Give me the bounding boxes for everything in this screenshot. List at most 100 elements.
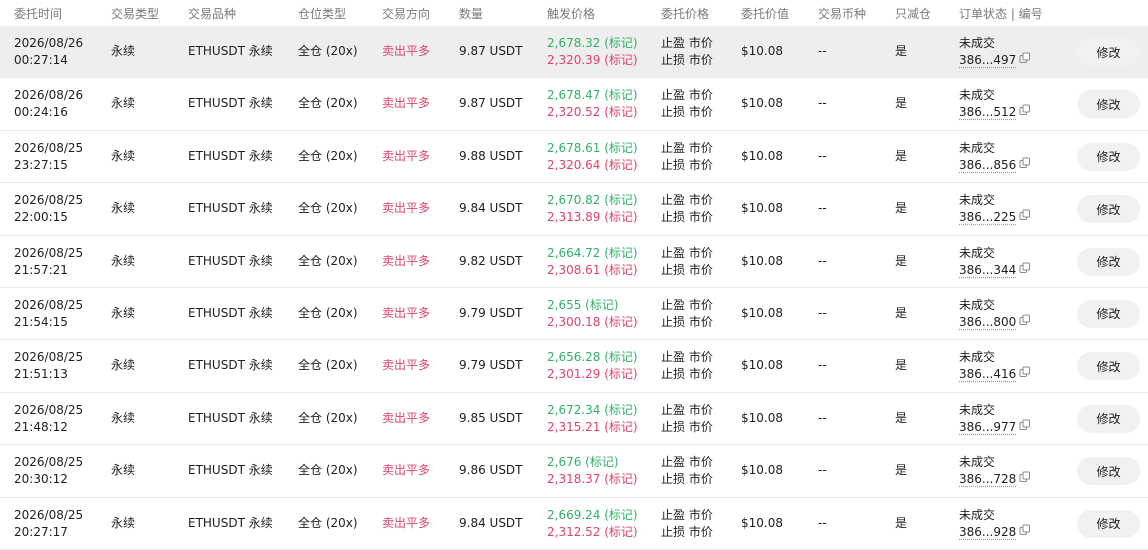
edit-order-button[interactable]: 修改 bbox=[1077, 457, 1140, 486]
trade-type: 永续 bbox=[111, 148, 136, 163]
trade-currency: -- bbox=[818, 201, 827, 216]
edit-order-button[interactable]: 修改 bbox=[1077, 509, 1140, 538]
order-clock: 20:30:12 bbox=[14, 472, 68, 487]
trade-symbol: ETHUSDT 永续 bbox=[188, 44, 273, 58]
order-id[interactable]: 386...512 bbox=[959, 105, 1016, 119]
trigger-price: 2,670.82 (标记) 2,313.89 (标记) bbox=[547, 192, 638, 226]
take-profit-price: 止盈 市价 bbox=[661, 140, 713, 155]
copy-icon[interactable] bbox=[1019, 524, 1031, 541]
edit-order-button[interactable]: 修改 bbox=[1077, 38, 1140, 66]
trade-side: 卖出平多 bbox=[382, 201, 431, 216]
take-profit-trigger: 2,655 (标记) bbox=[547, 297, 619, 312]
trade-side: 卖出平多 bbox=[382, 148, 431, 163]
edit-order-button[interactable]: 修改 bbox=[1077, 142, 1140, 171]
order-id-wrap: 386...728 bbox=[959, 471, 1031, 488]
order-value: $10.08 bbox=[741, 253, 783, 268]
table-row: 2026/08/25 21:51:13 永续 ETHUSDT 永续 全仓 (20… bbox=[0, 340, 1148, 393]
order-status: 未成交 386...728 bbox=[959, 454, 1031, 488]
copy-icon[interactable] bbox=[1019, 314, 1031, 331]
stop-loss-trigger: 2,320.64 (标记) bbox=[547, 157, 638, 172]
stop-loss-trigger: 2,301.29 (标记) bbox=[547, 367, 638, 382]
stop-loss-price: 止损 市价 bbox=[661, 419, 713, 434]
trade-symbol: ETHUSDT 永续 bbox=[188, 148, 273, 163]
order-price: 止盈 市价 止损 市价 bbox=[661, 192, 713, 226]
trade-type: 永续 bbox=[111, 515, 136, 530]
table-row: 2026/08/25 21:48:12 永续 ETHUSDT 永续 全仓 (20… bbox=[0, 393, 1148, 446]
status-text: 未成交 bbox=[959, 36, 996, 50]
table-row: 2026/08/25 22:00:15 永续 ETHUSDT 永续 全仓 (20… bbox=[0, 183, 1148, 236]
copy-icon[interactable] bbox=[1019, 52, 1031, 69]
order-id[interactable]: 386...856 bbox=[959, 158, 1016, 172]
orders-table-body: 2026/08/26 00:27:14 永续 ETHUSDT 永续 全仓 (20… bbox=[0, 26, 1148, 550]
table-row: 2026/08/26 00:27:14 永续 ETHUSDT 永续 全仓 (20… bbox=[0, 26, 1148, 79]
order-status: 未成交 386...800 bbox=[959, 297, 1031, 331]
order-status: 未成交 386...977 bbox=[959, 402, 1031, 436]
take-profit-price: 止盈 市价 bbox=[661, 193, 713, 208]
order-clock: 00:24:16 bbox=[14, 105, 68, 120]
order-qty: 9.87 USDT bbox=[459, 96, 523, 111]
take-profit-trigger: 2,672.34 (标记) bbox=[547, 402, 638, 417]
margin-mode: 全仓 (20x) bbox=[298, 358, 358, 373]
order-id[interactable]: 386...977 bbox=[959, 420, 1016, 434]
header-currency: 交易币种 bbox=[818, 7, 867, 21]
order-time: 2026/08/25 21:48:12 bbox=[14, 402, 83, 436]
order-status: 未成交 386...344 bbox=[959, 245, 1031, 279]
copy-icon[interactable] bbox=[1019, 419, 1031, 436]
trade-type: 永续 bbox=[111, 305, 136, 320]
trade-symbol: ETHUSDT 永续 bbox=[188, 253, 273, 268]
header-trigger: 触发价格 bbox=[547, 7, 596, 21]
status-text: 未成交 bbox=[959, 297, 996, 312]
copy-icon[interactable] bbox=[1019, 366, 1031, 383]
copy-icon[interactable] bbox=[1019, 471, 1031, 488]
trade-symbol: ETHUSDT 永续 bbox=[188, 305, 273, 320]
margin-mode: 全仓 (20x) bbox=[298, 410, 358, 425]
order-value: $10.08 bbox=[741, 463, 783, 478]
order-id[interactable]: 386...225 bbox=[959, 210, 1016, 224]
order-date: 2026/08/25 bbox=[14, 297, 84, 312]
trade-currency: -- bbox=[818, 463, 827, 478]
copy-icon[interactable] bbox=[1019, 262, 1031, 279]
edit-order-button[interactable]: 修改 bbox=[1077, 404, 1140, 433]
reduce-only: 是 bbox=[895, 305, 908, 320]
order-price: 止盈 市价 止损 市价 bbox=[661, 35, 713, 69]
order-id-wrap: 386...856 bbox=[959, 157, 1031, 174]
trade-currency: -- bbox=[818, 253, 827, 268]
order-id-wrap: 386...928 bbox=[959, 524, 1031, 541]
edit-order-button[interactable]: 修改 bbox=[1077, 195, 1140, 224]
order-price: 止盈 市价 止损 市价 bbox=[661, 349, 713, 383]
order-id[interactable]: 386...728 bbox=[959, 472, 1016, 486]
trigger-price: 2,656.28 (标记) 2,301.29 (标记) bbox=[547, 349, 638, 383]
edit-order-button[interactable]: 修改 bbox=[1077, 247, 1140, 276]
status-text: 未成交 bbox=[959, 245, 996, 260]
trigger-price: 2,678.61 (标记) 2,320.64 (标记) bbox=[547, 140, 638, 174]
header-type: 交易类型 bbox=[111, 7, 160, 21]
edit-order-button[interactable]: 修改 bbox=[1077, 352, 1140, 381]
edit-order-button[interactable]: 修改 bbox=[1077, 299, 1140, 328]
copy-icon[interactable] bbox=[1019, 157, 1031, 174]
order-date: 2026/08/26 bbox=[14, 88, 84, 103]
edit-order-button[interactable]: 修改 bbox=[1077, 90, 1140, 119]
trade-type: 永续 bbox=[111, 96, 136, 111]
header-order-price: 委托价格 bbox=[661, 7, 710, 21]
order-value: $10.08 bbox=[741, 358, 783, 373]
reduce-only: 是 bbox=[895, 410, 908, 425]
order-id[interactable]: 386...800 bbox=[959, 315, 1016, 329]
order-status: 未成交 386...512 bbox=[959, 87, 1031, 121]
order-id[interactable]: 386...928 bbox=[959, 525, 1016, 539]
status-text: 未成交 bbox=[959, 193, 996, 208]
order-id[interactable]: 386...344 bbox=[959, 263, 1016, 277]
order-status: 未成交 386...856 bbox=[959, 140, 1031, 174]
order-clock: 21:48:12 bbox=[14, 419, 68, 434]
take-profit-price: 止盈 市价 bbox=[661, 88, 713, 103]
copy-icon[interactable] bbox=[1019, 209, 1031, 226]
copy-icon[interactable] bbox=[1019, 104, 1031, 121]
order-value: $10.08 bbox=[741, 515, 783, 530]
order-price: 止盈 市价 止损 市价 bbox=[661, 87, 713, 121]
order-time: 2026/08/25 23:27:15 bbox=[14, 140, 83, 174]
order-id[interactable]: 386...497 bbox=[959, 53, 1016, 67]
order-price: 止盈 市价 止损 市价 bbox=[661, 454, 713, 488]
reduce-only: 是 bbox=[895, 96, 908, 111]
reduce-only: 是 bbox=[895, 44, 908, 58]
order-id[interactable]: 386...416 bbox=[959, 367, 1016, 381]
stop-loss-price: 止损 市价 bbox=[661, 367, 713, 382]
